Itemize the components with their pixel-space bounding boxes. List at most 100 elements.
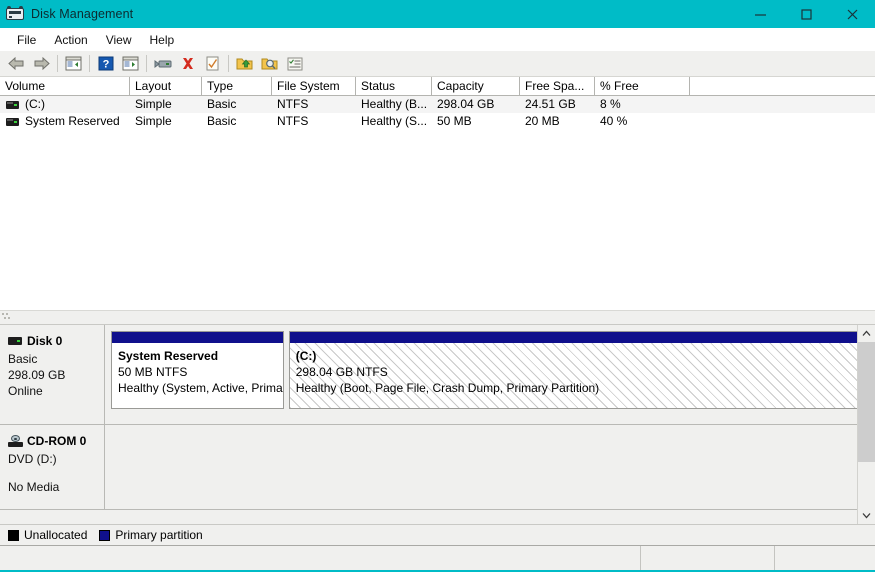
partition-size-fs: 50 MB NTFS [118, 364, 283, 380]
legend-bar: Unallocated Primary partition [0, 524, 875, 545]
column-header-filler [690, 77, 875, 95]
cell-volume-label: (C:) [25, 96, 45, 113]
disk-status: Online [8, 383, 104, 399]
partition-size-fs: 298.04 GB NTFS [296, 364, 857, 380]
delete-button[interactable] [175, 53, 200, 74]
graphical-view-pane: Disk 0 Basic 298.09 GB Online System Res… [0, 325, 875, 524]
toolbar-separator [146, 55, 147, 72]
status-segment-2 [641, 546, 775, 572]
cell-percent-free: 8 % [595, 96, 690, 113]
partition-system-reserved[interactable]: System Reserved 50 MB NTFS Healthy (Syst… [111, 331, 284, 409]
column-header-capacity[interactable]: Capacity [432, 77, 520, 95]
volume-list-header: Volume Layout Type File System Status Ca… [0, 77, 875, 96]
close-button[interactable] [829, 0, 875, 28]
disk-name: Disk 0 [27, 334, 62, 348]
maximize-button[interactable] [783, 0, 829, 28]
toolbar-separator [89, 55, 90, 72]
menu-item-view[interactable]: View [97, 31, 141, 49]
column-header-file-system[interactable]: File System [272, 77, 356, 95]
column-header-layout[interactable]: Layout [130, 77, 202, 95]
cell-percent-free: 40 % [595, 113, 690, 130]
minimize-icon [754, 8, 767, 21]
disk-row-disk0[interactable]: Disk 0 Basic 298.09 GB Online System Res… [0, 325, 857, 425]
table-row[interactable]: System Reserved Simple Basic NTFS Health… [0, 113, 875, 130]
forward-button[interactable] [29, 53, 54, 74]
back-button[interactable] [4, 53, 29, 74]
cell-status: Healthy (B... [356, 96, 432, 113]
drive-properties-button[interactable] [150, 53, 175, 74]
graphical-view-scrollbar[interactable] [857, 325, 875, 524]
column-header-status[interactable]: Status [356, 77, 432, 95]
partition-name: (C:) [296, 348, 857, 364]
cell-free-space: 20 MB [520, 113, 595, 130]
cell-volume: System Reserved [0, 113, 130, 130]
cell-layout: Simple [130, 96, 202, 113]
window-title: Disk Management [31, 7, 133, 21]
disk-type: DVD (D:) [8, 451, 104, 467]
cell-capacity: 298.04 GB [432, 96, 520, 113]
scrollbar-down-button[interactable] [858, 507, 875, 524]
legend-label-unallocated: Unallocated [24, 528, 87, 542]
menu-item-action[interactable]: Action [45, 31, 96, 49]
cell-volume: (C:) [0, 96, 130, 113]
chevron-down-icon [862, 512, 871, 519]
properties-list-icon [287, 57, 303, 71]
cell-volume-label: System Reserved [25, 113, 120, 130]
scrollbar-up-button[interactable] [858, 325, 875, 342]
partition-color-bar [290, 332, 857, 343]
table-row[interactable]: (C:) Simple Basic NTFS Healthy (B... 298… [0, 96, 875, 113]
partition-body: System Reserved 50 MB NTFS Healthy (Syst… [112, 343, 283, 408]
folder-up-icon [236, 56, 253, 71]
scrollbar-track[interactable] [858, 342, 875, 507]
toolbar: ? [0, 51, 875, 77]
partition-status: Healthy (Boot, Page File, Crash Dump, Pr… [296, 380, 857, 396]
title-bar: Disk Management [0, 0, 875, 28]
status-segment-3 [775, 546, 875, 572]
minimize-button[interactable] [737, 0, 783, 28]
volume-drive-icon [6, 101, 19, 109]
scrollbar-thumb[interactable] [858, 342, 875, 462]
cell-type: Basic [202, 113, 272, 130]
delete-icon [180, 56, 196, 71]
show-hide-tree-icon [65, 56, 82, 71]
properties-list-button[interactable] [282, 53, 307, 74]
window-controls [737, 0, 875, 28]
partition-c-drive[interactable]: (C:) 298.04 GB NTFS Healthy (Boot, Page … [289, 331, 857, 409]
folder-up-button[interactable] [232, 53, 257, 74]
column-header-volume[interactable]: Volume [0, 77, 130, 95]
disk-title-cdrom0: CD-ROM 0 [8, 434, 104, 448]
show-hide-action-pane-button[interactable] [118, 53, 143, 74]
toolbar-separator [228, 55, 229, 72]
toolbar-separator [57, 55, 58, 72]
menu-item-file[interactable]: File [8, 31, 45, 49]
svg-text:?: ? [102, 59, 109, 71]
search-button[interactable] [257, 53, 282, 74]
column-header-type[interactable]: Type [202, 77, 272, 95]
cell-file-system: NTFS [272, 96, 356, 113]
drive-properties-icon [153, 57, 172, 71]
cell-layout: Simple [130, 113, 202, 130]
pane-splitter[interactable] [0, 310, 875, 325]
close-icon [846, 8, 859, 21]
disk-drive-icon [6, 5, 24, 23]
show-hide-tree-button[interactable] [61, 53, 86, 74]
column-header-free-space[interactable]: Free Spa... [520, 77, 595, 95]
disk-partitions-disk0: System Reserved 50 MB NTFS Healthy (Syst… [105, 325, 857, 424]
volume-drive-icon [6, 118, 19, 126]
disk-row-cdrom0[interactable]: CD-ROM 0 DVD (D:) No Media [0, 425, 857, 510]
cell-free-space: 24.51 GB [520, 96, 595, 113]
disk-partitions-cdrom0 [105, 425, 857, 509]
menu-item-help[interactable]: Help [141, 31, 184, 49]
check-list-button[interactable] [200, 53, 225, 74]
search-icon [261, 56, 278, 71]
partition-status: Healthy (System, Active, Prima [118, 380, 283, 396]
column-header-percent-free[interactable]: % Free [595, 77, 690, 95]
partition-name: System Reserved [118, 348, 283, 364]
legend-swatch-primary-partition [99, 530, 110, 541]
hard-disk-icon [8, 337, 22, 345]
help-button[interactable]: ? [93, 53, 118, 74]
status-segment-1 [0, 546, 641, 572]
check-list-icon [205, 56, 220, 71]
splitter-grip-icon [2, 313, 10, 321]
legend-item-unallocated: Unallocated [8, 528, 87, 542]
